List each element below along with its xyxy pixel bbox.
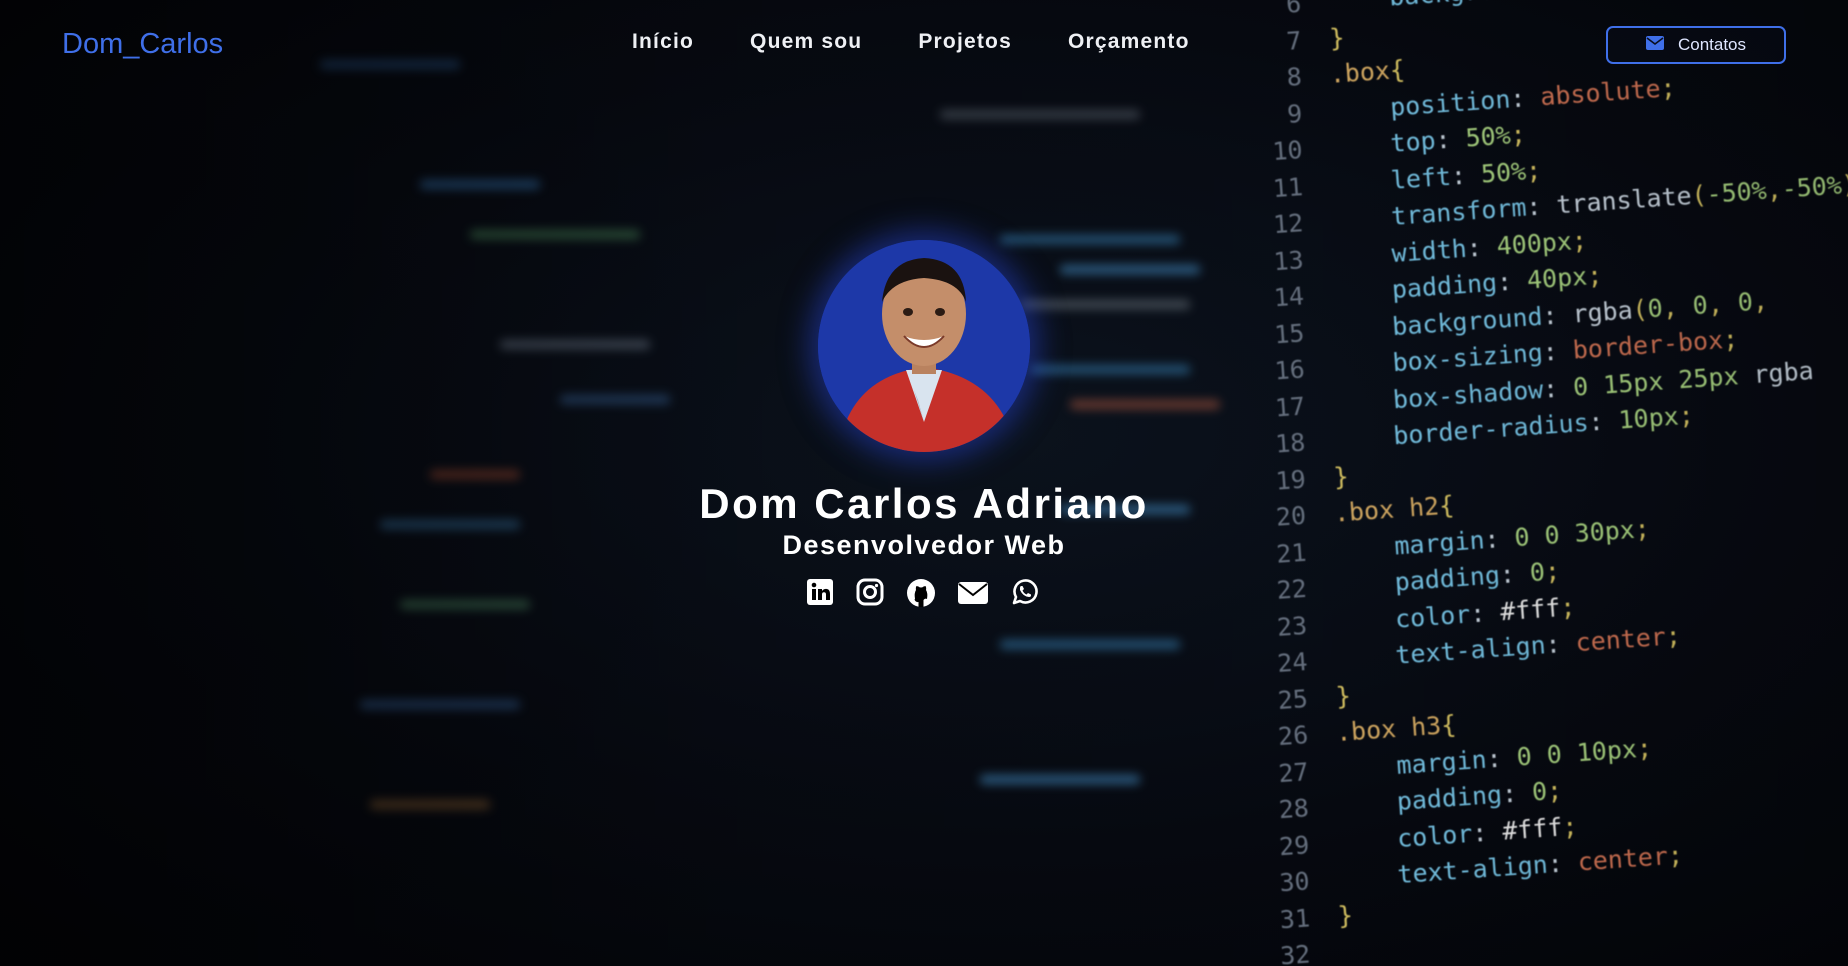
whatsapp-icon[interactable] bbox=[1010, 578, 1042, 610]
profile-avatar bbox=[818, 240, 1030, 452]
profile-name: Dom Carlos Adriano bbox=[699, 480, 1149, 527]
github-icon[interactable] bbox=[906, 578, 938, 610]
linkedin-icon[interactable] bbox=[806, 578, 838, 610]
top-navbar: Dom_Carlos Início Quem sou Projetos Orça… bbox=[0, 0, 1848, 90]
envelope-icon[interactable] bbox=[958, 578, 990, 610]
contact-button-label: Contatos bbox=[1677, 35, 1747, 54]
envelope-icon bbox=[1645, 35, 1664, 55]
nav-item-inicio[interactable]: Início bbox=[632, 30, 694, 54]
nav-item-orcamento[interactable]: Orçamento bbox=[1068, 30, 1190, 54]
contact-button[interactable]: Contatos bbox=[1606, 26, 1786, 64]
instagram-icon[interactable] bbox=[856, 578, 888, 610]
profile-role: Desenvolvedor Web bbox=[782, 530, 1066, 560]
nav-menu: Início Quem sou Projetos Orçamento bbox=[632, 30, 1190, 54]
social-links bbox=[806, 578, 1042, 610]
brand-logo[interactable]: Dom_Carlos bbox=[62, 28, 223, 61]
nav-item-projetos[interactable]: Projetos bbox=[918, 30, 1012, 54]
nav-item-quem-sou[interactable]: Quem sou bbox=[750, 30, 862, 54]
